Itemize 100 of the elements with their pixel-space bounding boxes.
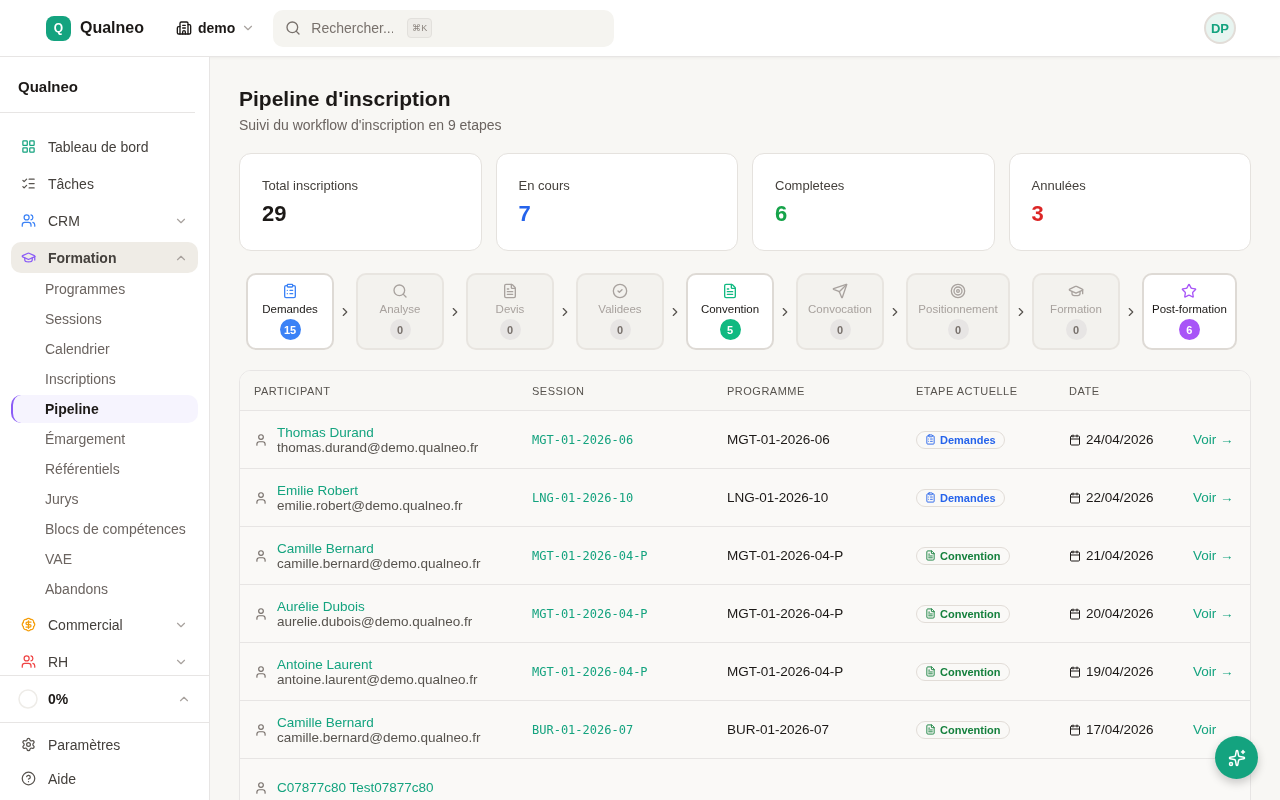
- nav-subitem[interactable]: Sessions: [11, 305, 198, 333]
- users-icon: [21, 654, 36, 669]
- date-cell: 19/04/2026: [1069, 664, 1193, 679]
- participant-name[interactable]: C07877c80 Test07877c80: [277, 780, 434, 795]
- nav-subitem[interactable]: VAE: [11, 545, 198, 573]
- search-icon: [285, 20, 302, 36]
- session-code: MGT-01-2026-04-P: [532, 664, 649, 679]
- column-header: DATE: [1069, 384, 1101, 397]
- document-icon: [722, 283, 738, 299]
- participant-name[interactable]: Aurélie Dubois: [277, 598, 473, 614]
- checklist-icon: [21, 176, 36, 191]
- count-badge: 15: [279, 319, 301, 340]
- calendar-icon: [1069, 491, 1081, 504]
- participant-name[interactable]: Emilie Robert: [277, 482, 463, 498]
- programme-code: MGT-01-2026-04-P: [727, 548, 845, 563]
- workspace-selector[interactable]: demo: [176, 20, 256, 36]
- stat-value: 3: [1031, 201, 1045, 227]
- count-badge: 0: [609, 319, 631, 340]
- calendar-icon: [1069, 549, 1081, 562]
- stage-tab[interactable]: Formation 0: [1032, 273, 1120, 350]
- participant-email: emilie.robert@demo.qualneo.fr: [277, 497, 463, 513]
- count-badge: 0: [389, 319, 411, 340]
- date-cell: 22/04/2026: [1069, 490, 1193, 505]
- programme-code: MGT-01-2026-06: [727, 432, 831, 447]
- date-cell: 21/04/2026: [1069, 548, 1193, 563]
- column-header: SESSION: [532, 384, 586, 397]
- users-icon: [21, 213, 36, 228]
- programme-code: LNG-01-2026-10: [727, 490, 830, 505]
- user-icon: [254, 432, 268, 447]
- session-code: MGT-01-2026-06: [532, 432, 635, 447]
- document-icon: [502, 283, 518, 299]
- stat-label: Annulées: [1031, 178, 1087, 193]
- document-icon: [925, 608, 936, 619]
- session-code: LNG-01-2026-10: [532, 490, 635, 505]
- nav-subitem[interactable]: Abandons: [11, 575, 198, 603]
- nav-subitem[interactable]: Programmes: [11, 275, 198, 303]
- column-header: PROGRAMME: [727, 384, 806, 397]
- nav-item[interactable]: Formation: [11, 242, 198, 273]
- page-title: Pipeline d'inscription: [239, 87, 452, 111]
- calendar-icon: [1069, 607, 1081, 620]
- sidebar-title: Qualneo: [0, 57, 195, 113]
- view-link[interactable]: Voir →: [1193, 548, 1234, 563]
- stage-tab[interactable]: Post-formation 6: [1142, 273, 1237, 350]
- date-cell: 17/04/2026: [1069, 722, 1193, 737]
- count-badge: 0: [499, 319, 521, 340]
- nav-subitem[interactable]: Pipeline: [11, 395, 198, 423]
- participant-name[interactable]: Camille Bernard: [277, 714, 481, 730]
- nav-subitem[interactable]: Calendrier: [11, 335, 198, 363]
- stage-tab[interactable]: Convention 5: [686, 273, 774, 350]
- participant-email: aurelie.dubois@demo.qualneo.fr: [277, 613, 473, 629]
- calendar-icon: [1069, 723, 1081, 736]
- view-link[interactable]: Voir →: [1193, 664, 1234, 679]
- stage-tab[interactable]: Validees 0: [576, 273, 664, 350]
- user-icon: [254, 722, 268, 737]
- star-icon: [1181, 283, 1198, 299]
- participant-name[interactable]: Antoine Laurent: [277, 656, 478, 672]
- nav-item[interactable]: Aide: [11, 763, 198, 794]
- check-circle-icon: [612, 283, 628, 299]
- nav-item[interactable]: Tâches: [11, 168, 198, 199]
- nav-item[interactable]: RH: [11, 646, 198, 675]
- session-code: BUR-01-2026-07: [532, 722, 635, 737]
- nav-item[interactable]: Commercial: [11, 609, 198, 640]
- user-icon: [254, 548, 268, 563]
- column-header: PARTICIPANT: [254, 384, 332, 397]
- stage-tab[interactable]: Demandes 15: [246, 273, 334, 350]
- view-link[interactable]: Voir →: [1193, 490, 1234, 505]
- participant-name[interactable]: Camille Bernard: [277, 540, 481, 556]
- brand-name: Qualneo: [80, 19, 144, 37]
- document-icon: [925, 724, 936, 735]
- logo: Q: [46, 15, 71, 41]
- settings-icon: [21, 737, 36, 752]
- nav-subitem[interactable]: Blocs de compétences: [11, 515, 198, 543]
- stage-tab[interactable]: Analyse 0: [356, 273, 444, 350]
- clipboard-icon: [282, 283, 298, 299]
- view-link[interactable]: Voir →: [1193, 432, 1234, 447]
- nav-subitem[interactable]: Jurys: [11, 485, 198, 513]
- stage-tab[interactable]: Convocation 0: [796, 273, 884, 350]
- nav-item[interactable]: CRM: [11, 205, 198, 236]
- clipboard-icon: [925, 492, 936, 503]
- view-link[interactable]: Voir →: [1193, 606, 1234, 621]
- stage-tab[interactable]: Positionnement 0: [906, 273, 1010, 350]
- session-code: MGT-01-2026-04-P: [532, 548, 649, 563]
- search-icon: [392, 283, 408, 299]
- participant-name[interactable]: Thomas Durand: [277, 424, 479, 440]
- calendar-icon: [1069, 665, 1081, 678]
- user-icon: [254, 780, 268, 795]
- help-icon: [21, 771, 36, 786]
- nav-item[interactable]: Tableau de bord: [11, 131, 198, 162]
- stage-tab[interactable]: Devis 0: [466, 273, 554, 350]
- nav-subitem[interactable]: Émargement: [11, 425, 198, 453]
- stat-value: 6: [775, 201, 789, 227]
- graduation-cap-icon: [1068, 283, 1084, 299]
- count-badge: 0: [1065, 319, 1087, 340]
- nav-subitem[interactable]: Référentiels: [11, 455, 198, 483]
- shortcut-hint: ⌘K: [407, 18, 433, 38]
- nav-subitem[interactable]: Inscriptions: [11, 365, 198, 393]
- view-link[interactable]: Voir: [1193, 722, 1217, 737]
- nav-item[interactable]: Paramètres: [11, 729, 198, 760]
- building-icon: [176, 20, 192, 36]
- search-field[interactable]: Rechercher...: [309, 19, 396, 37]
